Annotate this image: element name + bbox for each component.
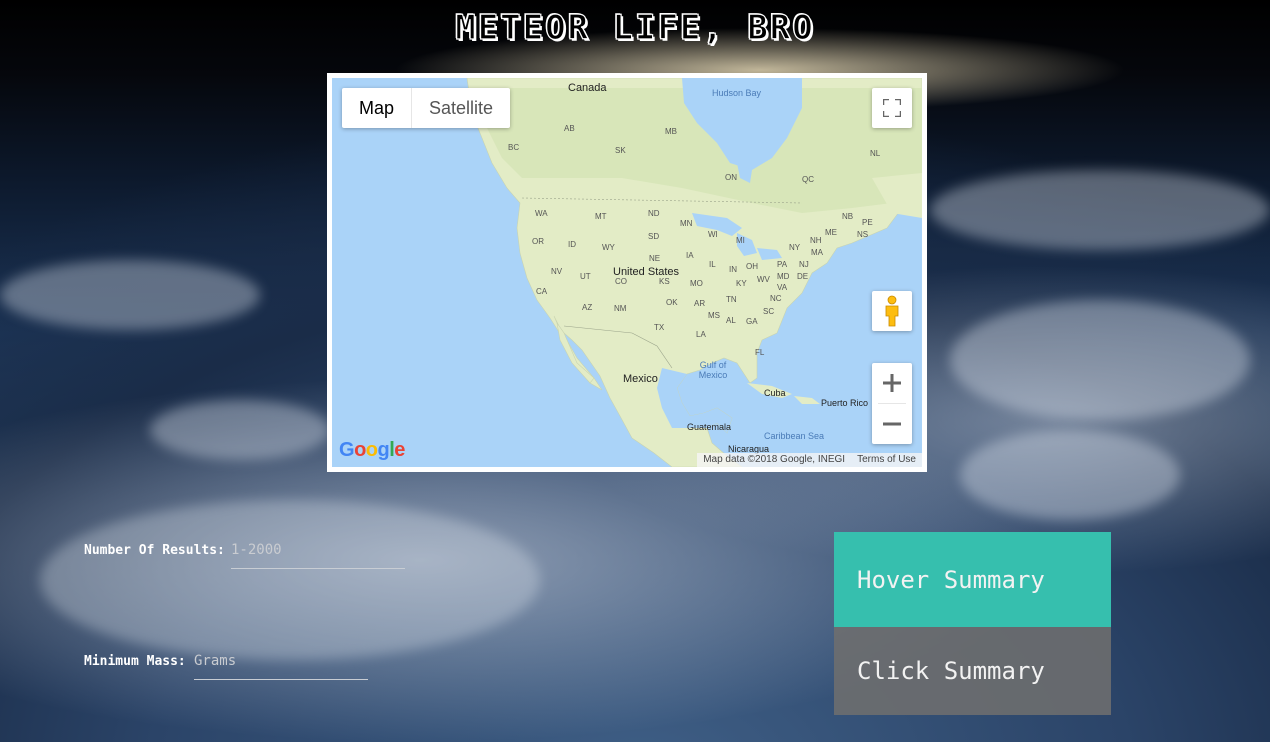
- map-label: Gulf of Mexico: [698, 360, 728, 380]
- map-label: FL: [755, 348, 765, 357]
- hover-summary-button[interactable]: Hover Summary: [834, 532, 1111, 627]
- map-label: NM: [614, 304, 627, 313]
- map-label: MT: [595, 212, 607, 221]
- fullscreen-button[interactable]: [872, 88, 912, 128]
- map-label: PA: [777, 260, 788, 269]
- map-attribution: Map data ©2018 Google, INEGI Terms of Us…: [697, 453, 922, 467]
- map-label: Caribbean Sea: [764, 431, 825, 441]
- map-label: AL: [726, 316, 736, 325]
- background-cloud: [960, 430, 1180, 520]
- map-label: DE: [797, 272, 809, 281]
- map-label: NS: [857, 230, 869, 239]
- map-label: BC: [508, 143, 520, 152]
- map-label: ON: [725, 173, 737, 182]
- map-label: SK: [615, 146, 626, 155]
- map-frame: Canada Hudson Bay AB MB BC SK NL ON QC W…: [327, 73, 927, 472]
- map-label: MO: [690, 279, 703, 288]
- map-label: KS: [659, 277, 670, 286]
- map-type-satellite-button[interactable]: Satellite: [411, 88, 510, 128]
- map-label: NL: [870, 149, 881, 158]
- google-logo: Google: [339, 439, 405, 461]
- fullscreen-icon: [883, 99, 901, 117]
- map-type-map-button[interactable]: Map: [342, 88, 411, 128]
- map-label: SC: [763, 307, 775, 316]
- map-label: ND: [648, 209, 660, 218]
- map-label: TN: [726, 295, 737, 304]
- map-label: ME: [825, 228, 837, 237]
- map-label: TX: [654, 323, 665, 332]
- click-summary-button[interactable]: Click Summary: [834, 627, 1111, 715]
- map-label: AB: [564, 124, 575, 133]
- map-type-control: Map Satellite: [342, 88, 511, 128]
- map-label: WI: [708, 230, 718, 239]
- map-label: PE: [862, 218, 873, 227]
- map-label: Puerto Rico: [821, 398, 869, 408]
- map-label: MA: [811, 248, 823, 257]
- map-label: NB: [842, 212, 854, 221]
- zoom-out-button[interactable]: [872, 404, 912, 444]
- map-view[interactable]: Canada Hudson Bay AB MB BC SK NL ON QC W…: [332, 78, 922, 467]
- minus-icon: [883, 422, 901, 426]
- map-label: QC: [802, 175, 814, 184]
- map-label: VA: [777, 283, 788, 292]
- zoom-in-button[interactable]: [872, 363, 912, 403]
- map-label: SD: [648, 232, 660, 241]
- map-label: Guatemala: [687, 422, 732, 432]
- pegman-icon: [885, 295, 899, 327]
- map-data-credit: Map data ©2018 Google, INEGI: [703, 454, 846, 465]
- map-label: UT: [580, 272, 591, 281]
- map-label: NH: [810, 236, 822, 245]
- map-label: NJ: [799, 260, 809, 269]
- terms-of-use-link[interactable]: Terms of Use: [857, 454, 916, 466]
- number-of-results-input[interactable]: [231, 537, 405, 569]
- map-label: GA: [746, 317, 758, 326]
- number-of-results-label: Number Of Results:: [84, 543, 225, 558]
- map-label: ID: [568, 240, 576, 249]
- map-label: KY: [736, 279, 747, 288]
- minimum-mass-label: Minimum Mass:: [84, 654, 186, 669]
- map-label: MB: [665, 127, 677, 136]
- map-label: OR: [532, 237, 544, 246]
- map-label: AR: [694, 299, 706, 308]
- map-label: NC: [770, 294, 782, 303]
- background-cloud: [150, 400, 330, 460]
- street-view-button[interactable]: [872, 291, 912, 331]
- map-label: IA: [686, 251, 694, 260]
- map-label: CA: [536, 287, 548, 296]
- map-label: OH: [746, 262, 758, 271]
- map-label: Hudson Bay: [712, 88, 762, 98]
- map-label: OK: [666, 298, 678, 307]
- map-label: WY: [602, 243, 615, 252]
- page-title: METEOR LIFE, BRO: [455, 7, 815, 48]
- background-cloud: [0, 260, 260, 330]
- minimum-mass-input[interactable]: [194, 648, 368, 680]
- background-cloud: [40, 500, 540, 660]
- map-label: Cuba: [764, 388, 786, 398]
- map-label: Canada: [568, 82, 607, 94]
- map-label: CO: [615, 277, 627, 286]
- map-label: MD: [777, 272, 790, 281]
- map-label: MN: [680, 219, 693, 228]
- plus-icon: [883, 374, 901, 392]
- background-cloud: [950, 300, 1250, 420]
- zoom-control: [872, 363, 912, 444]
- map-label: MS: [708, 311, 720, 320]
- map-label: NY: [789, 243, 801, 252]
- map-label: Mexico: [623, 373, 658, 385]
- map-label: AZ: [582, 303, 593, 312]
- map-label: IN: [729, 265, 737, 274]
- map-label: NV: [551, 267, 563, 276]
- map-label: WV: [757, 275, 770, 284]
- map-label: IL: [709, 260, 716, 269]
- map-label: LA: [696, 330, 706, 339]
- background-cloud: [930, 170, 1270, 250]
- map-label: MI: [736, 236, 745, 245]
- map-label: NE: [649, 254, 661, 263]
- map-label: WA: [535, 209, 548, 218]
